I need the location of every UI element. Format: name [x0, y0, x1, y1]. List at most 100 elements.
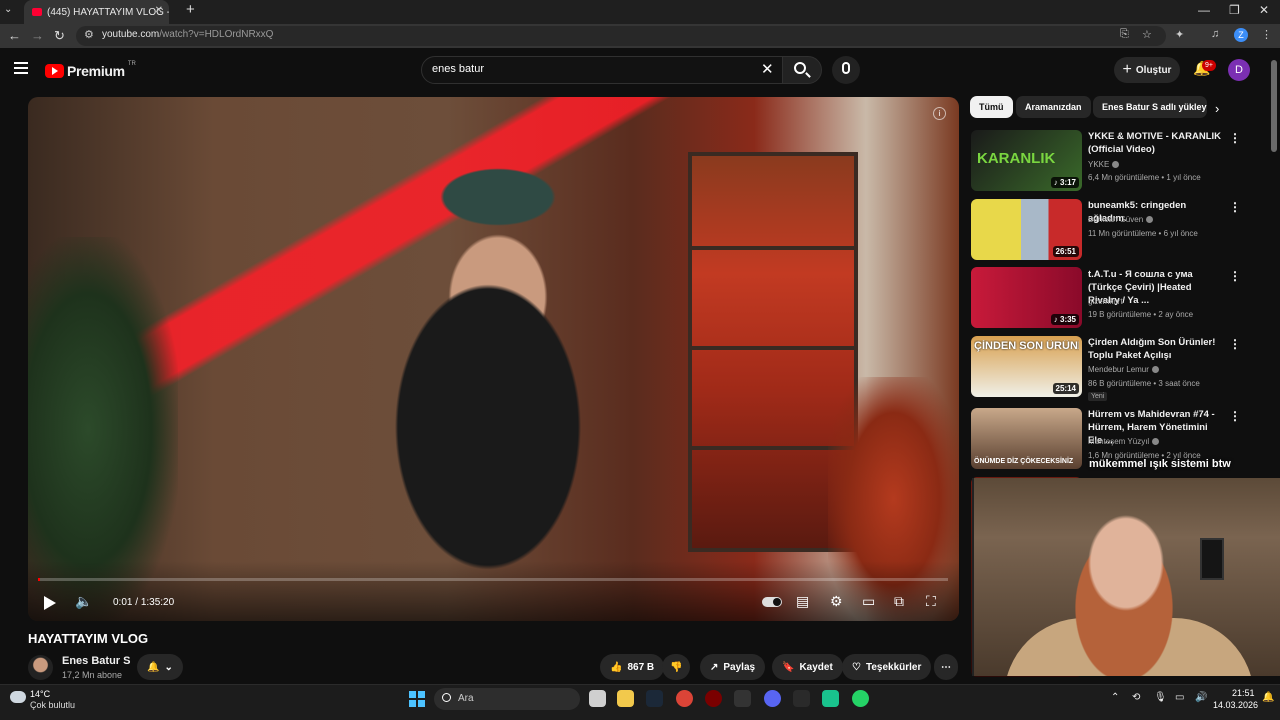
video-player[interactable]: i 🔈 0:01 / 1:35:20 ▤ ⚙ ▭ ⧉ ⛶ — [28, 97, 959, 621]
steam-icon[interactable] — [646, 690, 663, 707]
speaker-icon[interactable]: 🔊 — [1195, 692, 1207, 703]
extensions-puzzle-icon[interactable]: ✦ — [1175, 28, 1184, 41]
page-scrollbar[interactable] — [1271, 60, 1277, 152]
rec-channel[interactable]: Mendebur Lemur — [1088, 365, 1159, 374]
chrome-icon[interactable] — [676, 690, 693, 707]
chip-from-search[interactable]: Aramanızdan — [1016, 96, 1091, 118]
clock-time[interactable]: 21:51 — [1232, 688, 1255, 698]
menu-hamburger-icon[interactable] — [14, 62, 28, 77]
progress-bar[interactable] — [38, 578, 948, 581]
terminal-icon[interactable] — [734, 690, 751, 707]
windows-start-icon[interactable] — [409, 691, 425, 707]
time-total: 1:35:20 — [140, 597, 175, 608]
restore-icon[interactable]: ❐ — [1229, 3, 1240, 17]
subtitles-icon[interactable]: ▤ — [796, 593, 809, 610]
rec-thumbnail[interactable]: ÖNÜMDE DİZ ÇÖKECEKSİNİZ — [971, 408, 1082, 469]
tray-mic-icon[interactable]: 🎙 — [1154, 692, 1167, 703]
task-view-icon[interactable] — [589, 690, 606, 707]
save-button[interactable]: 🔖 Kaydet — [772, 654, 843, 680]
browser-menu-icon[interactable]: ⋮ — [1261, 28, 1272, 41]
channel-subscribers: 17,2 Mn abone — [62, 670, 123, 680]
like-button[interactable]: 👍 867 B — [600, 654, 665, 680]
network-icon[interactable]: ▭ — [1175, 692, 1184, 703]
rec-duration: 26:51 — [1052, 246, 1079, 257]
subscription-bell-button[interactable]: 🔔 ⌄ — [137, 654, 183, 680]
more-actions-button[interactable]: ⋯ — [934, 654, 958, 680]
nvidia-icon[interactable] — [793, 690, 810, 707]
fullscreen-icon[interactable]: ⛶ — [926, 593, 936, 610]
media-controls-icon[interactable]: ♫ — [1211, 28, 1219, 40]
search-input[interactable]: enes batur — [432, 63, 484, 75]
notification-center-icon[interactable]: 🔔 — [1262, 692, 1274, 703]
url-text[interactable]: youtube.com/watch?v=HDLOrdNRxxQ — [102, 29, 273, 40]
tray-app-icon[interactable]: ⟲ — [1132, 692, 1140, 703]
rec-more-icon[interactable]: ⋮ — [1229, 269, 1241, 283]
file-explorer-icon[interactable] — [617, 690, 634, 707]
back-arrow-icon[interactable]: ← — [8, 28, 21, 43]
site-info-icon[interactable]: ⚙ — [84, 28, 94, 41]
rec-more-icon[interactable]: ⋮ — [1229, 337, 1241, 351]
channel-avatar[interactable] — [28, 655, 53, 680]
youtube-premium-logo[interactable]: Premium TR — [45, 61, 136, 79]
red-app-icon[interactable] — [705, 690, 722, 707]
weather-temperature[interactable]: 14°C — [30, 689, 50, 699]
forward-arrow-icon[interactable]: → — [31, 28, 44, 43]
rec-more-icon[interactable]: ⋮ — [1229, 131, 1241, 145]
thumbs-down-icon: 👎 — [670, 661, 683, 673]
autoplay-toggle[interactable] — [762, 597, 782, 607]
chips-next-chevron-icon[interactable]: › — [1215, 101, 1219, 116]
rec-more-icon[interactable]: ⋮ — [1229, 200, 1241, 214]
settings-gear-icon[interactable]: ⚙ — [830, 593, 843, 610]
minimize-icon[interactable]: — — [1198, 3, 1210, 17]
search-icon[interactable] — [794, 62, 806, 74]
miniplayer-icon[interactable]: ▭ — [862, 593, 875, 610]
rec-channel[interactable]: Berkcan Güven — [1088, 215, 1154, 224]
rec-thumbnail[interactable]: 26:51 — [971, 199, 1082, 260]
browser-profile-avatar[interactable]: Z — [1234, 28, 1248, 42]
new-tab-plus-icon[interactable]: + — [186, 1, 195, 18]
thanks-button[interactable]: ♡ Teşekkürler — [842, 654, 932, 680]
rec-title[interactable]: Çirden Aldığım Son Ürünler! Toplu Paket … — [1088, 336, 1223, 362]
verified-check-icon — [1151, 366, 1159, 374]
bookmark-star-icon[interactable]: ☆ — [1142, 28, 1152, 41]
weather-description[interactable]: Çok bulutlu — [30, 700, 75, 710]
taskbar-search-input[interactable]: Ara — [458, 693, 474, 704]
clock-date[interactable]: 14.03.2026 — [1213, 700, 1258, 710]
rec-title[interactable]: YKKE & MOTIVE - KARANLIK (Official Video… — [1088, 130, 1223, 156]
whatsapp-icon[interactable] — [852, 690, 869, 707]
share-button[interactable]: ↗ Paylaş — [700, 654, 766, 680]
account-avatar[interactable]: D — [1228, 59, 1250, 81]
tray-overflow-chevron-icon[interactable]: ⌃ — [1111, 692, 1119, 703]
rec-thumbnail[interactable]: ÇİNDEN SON ÜRÜNLER 25:14 — [971, 336, 1082, 397]
rec-channel[interactable]: gizemkurt — [1088, 297, 1123, 306]
volume-icon[interactable]: 🔈 — [75, 593, 92, 610]
video-info-icon[interactable]: i — [933, 107, 946, 120]
discord-icon[interactable] — [764, 690, 781, 707]
microphone-icon[interactable] — [842, 62, 850, 74]
rec-channel[interactable]: Muhteşem Yüzyıl — [1088, 437, 1160, 446]
tab-close-icon[interactable]: ✕ — [155, 5, 163, 16]
browser-tab-youtube[interactable]: (445) HAYATTAYIM VLOG - YouTube ✕ — [24, 0, 169, 24]
cast-icon[interactable]: ⧉ — [894, 593, 904, 610]
taskbar-search-box[interactable] — [434, 688, 580, 710]
search-clear-icon[interactable]: ✕ — [761, 60, 774, 78]
green-app-icon[interactable] — [822, 690, 839, 707]
plus-icon: + — [1122, 61, 1132, 78]
rec-thumbnail[interactable]: ♪ 3:35 — [971, 267, 1082, 328]
rec-more-icon[interactable]: ⋮ — [1229, 409, 1241, 423]
reload-icon[interactable]: ↻ — [54, 28, 65, 44]
play-icon[interactable] — [44, 596, 56, 610]
rec-thumbnail[interactable]: KARANLIK ♪ 3:17 — [971, 130, 1082, 191]
window-close-icon[interactable]: ✕ — [1259, 3, 1269, 17]
install-app-icon[interactable]: ⎘ — [1120, 28, 1129, 41]
channel-name[interactable]: Enes Batur S — [62, 655, 130, 667]
cloud-weather-icon[interactable] — [10, 691, 26, 703]
thumbs-up-icon: 👍 — [610, 661, 623, 673]
tab-search-chevron-icon[interactable]: ⌄ — [4, 4, 12, 15]
dislike-button[interactable]: 👎 — [662, 654, 691, 680]
rec-channel[interactable]: YKKE — [1088, 160, 1120, 169]
chip-channel[interactable]: Enes Batur S adlı yükley — [1093, 96, 1207, 118]
create-button[interactable]: + Oluştur — [1114, 57, 1180, 83]
logo-text: Premium — [67, 63, 125, 79]
chip-all[interactable]: Tümü — [970, 96, 1013, 118]
